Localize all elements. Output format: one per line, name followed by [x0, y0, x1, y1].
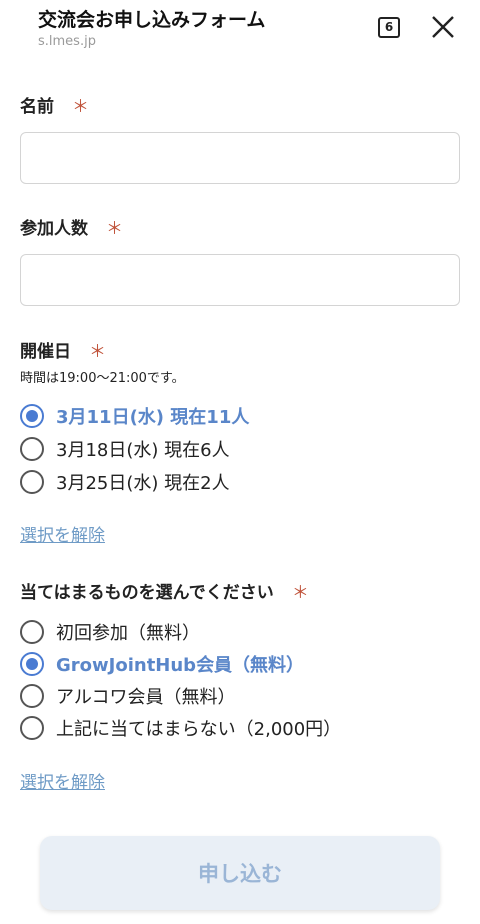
required-mark: ＊ [106, 219, 123, 239]
date-option-mar25[interactable]: 3月25日(水) 現在2人 [20, 469, 230, 495]
page-domain: s.lmes.jp [38, 34, 96, 49]
date-option-mar11[interactable]: 3月11日(水) 現在11人 [20, 403, 249, 429]
people-label-text: 参加人数 [20, 219, 88, 239]
radio-icon [20, 404, 44, 428]
date-option-mar18[interactable]: 3月18日(水) 現在6人 [20, 436, 230, 462]
radio-icon [20, 620, 44, 644]
radio-icon [20, 437, 44, 461]
close-icon [432, 16, 454, 38]
date-clear-link[interactable]: 選択を解除 [20, 521, 105, 546]
required-mark: ＊ [72, 97, 89, 117]
type-option-first-time[interactable]: 初回参加（無料） [20, 619, 200, 645]
type-option-arukowa[interactable]: アルコワ会員（無料） [20, 683, 235, 709]
type-label: 当てはまるものを選んでください ＊ [20, 578, 309, 603]
radio-icon [20, 684, 44, 708]
option-label: 初回参加（無料） [56, 623, 200, 644]
people-count-input[interactable] [20, 254, 460, 306]
tab-count-button[interactable]: 6 [378, 17, 400, 38]
people-label: 参加人数 ＊ [20, 214, 123, 239]
radio-icon [20, 470, 44, 494]
name-input[interactable] [20, 132, 460, 184]
option-label: 3月25日(水) 現在2人 [56, 473, 230, 494]
option-label: GrowJointHub会員（無料） [56, 655, 305, 676]
type-label-text: 当てはまるものを選んでください [20, 583, 274, 603]
date-label-text: 開催日 [20, 342, 71, 362]
radio-icon [20, 716, 44, 740]
option-label: 3月11日(水) 現在11人 [56, 407, 250, 428]
name-label-text: 名前 [20, 97, 54, 117]
required-mark: ＊ [89, 342, 106, 362]
page-title: 交流会お申し込みフォーム [38, 9, 266, 31]
submit-button[interactable]: 申し込む [40, 836, 440, 910]
date-hint: 時間は19:00〜21:00です。 [20, 371, 185, 386]
option-label: アルコワ会員（無料） [56, 687, 236, 708]
required-mark: ＊ [291, 583, 309, 603]
type-option-growjointhub[interactable]: GrowJointHub会員（無料） [20, 651, 304, 677]
close-button[interactable] [430, 14, 456, 40]
option-label: 3月18日(水) 現在6人 [56, 440, 230, 461]
type-option-other[interactable]: 上記に当てはまらない（2,000円） [20, 715, 341, 741]
date-label: 開催日 ＊ [20, 337, 106, 362]
browser-header: 交流会お申し込みフォーム s.lmes.jp 6 [0, 0, 480, 60]
type-clear-link[interactable]: 選択を解除 [20, 768, 105, 793]
radio-icon [20, 652, 44, 676]
name-label: 名前 ＊ [20, 92, 89, 117]
option-label: 上記に当てはまらない（2,000円） [56, 719, 342, 740]
